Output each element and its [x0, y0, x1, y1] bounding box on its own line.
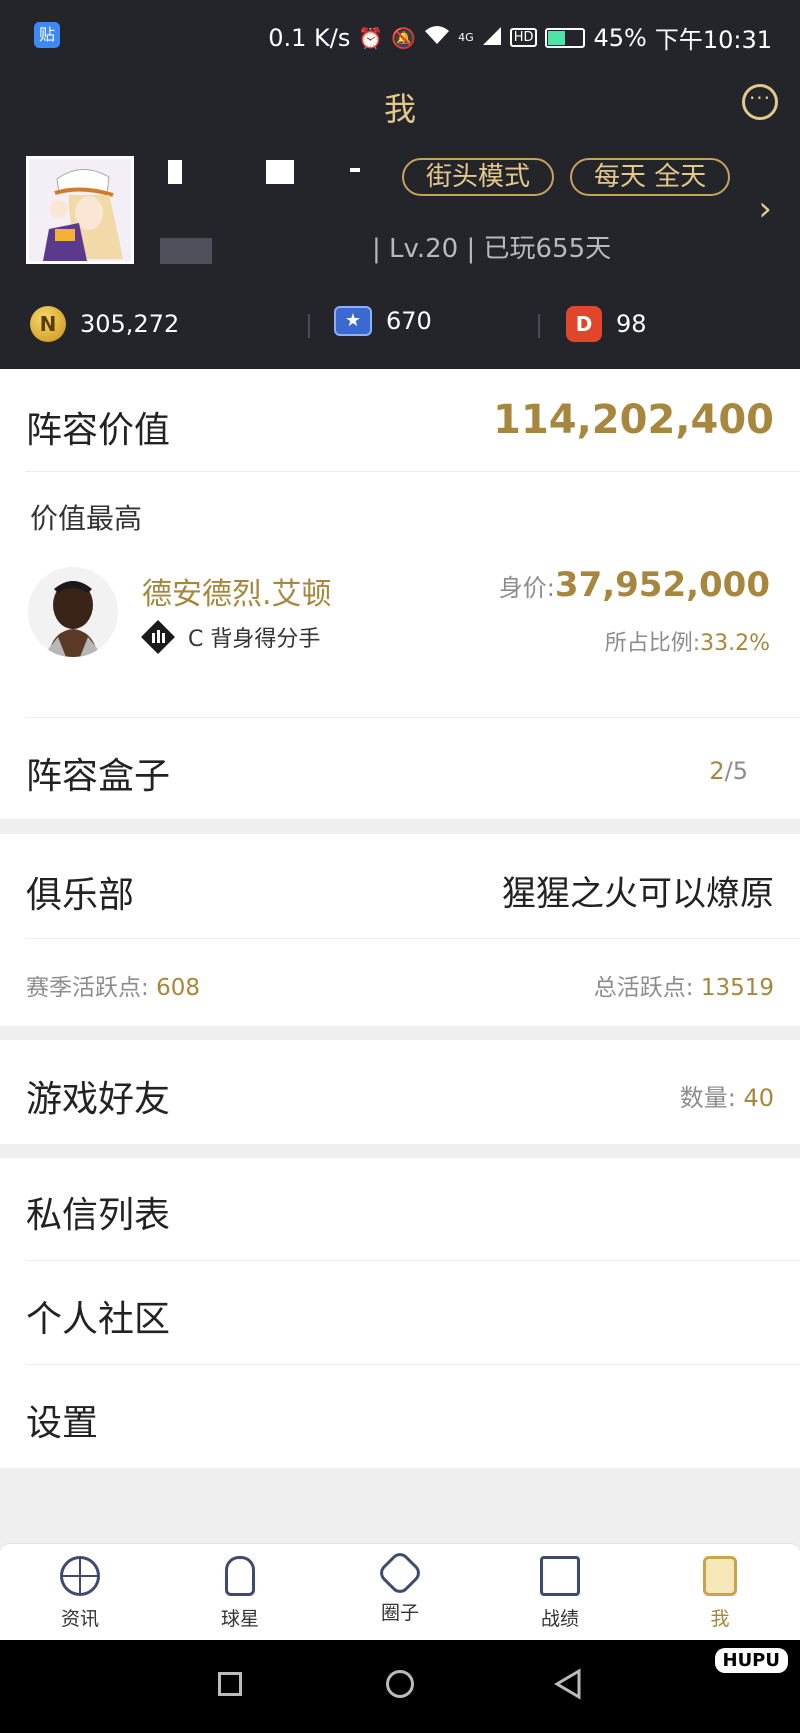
back-icon[interactable]: [554, 1668, 582, 1704]
club-name[interactable]: 猩猩之火可以燎原: [502, 866, 774, 915]
divider: [26, 1364, 800, 1365]
bottom-nav: 资讯 球星 圈子 战绩 我: [0, 1543, 800, 1640]
recent-apps-icon[interactable]: [218, 1672, 242, 1696]
redacted-name: [350, 168, 360, 172]
coin-amount: 305,272: [80, 310, 180, 338]
currency-stars[interactable]: ★ 670: [334, 306, 432, 336]
network-type: 4G: [458, 31, 474, 44]
hupu-watermark: HUPU: [714, 1648, 788, 1673]
home-icon[interactable]: [386, 1670, 414, 1698]
divider: [308, 314, 310, 338]
battery-icon: [545, 27, 586, 48]
divider: [26, 717, 800, 718]
price-label: 身价:: [498, 574, 555, 602]
player-price: 37,952,000: [554, 565, 770, 605]
lineup-value: 114,202,400: [493, 397, 774, 443]
hd-badge: HD: [509, 28, 538, 47]
basketball-icon: [60, 1556, 100, 1596]
player-avatar[interactable]: [28, 567, 118, 657]
nav-stats[interactable]: 战绩: [510, 1556, 610, 1631]
circle-icon: [375, 1548, 425, 1598]
ratio-value: 33.2%: [700, 631, 770, 656]
mute-icon: 🔕: [391, 25, 417, 50]
menu-card: 私信列表 个人社区 设置: [0, 1158, 800, 1468]
lineup-card: 阵容价值 114,202,400 价值最高 德安德烈.艾顿 C 背身得分手 身价…: [0, 369, 800, 819]
community-item[interactable]: 个人社区: [26, 1290, 170, 1342]
currency-coins[interactable]: N 305,272: [30, 306, 179, 342]
street-mode-tag[interactable]: 街头模式: [402, 158, 555, 196]
friends-count: 数量: 40: [679, 1084, 774, 1112]
top-value-label: 价值最高: [30, 502, 143, 535]
alarm-icon: ⏰: [358, 25, 384, 50]
chevron-right-icon[interactable]: ›: [758, 192, 772, 226]
nav-circle[interactable]: 圈子: [350, 1548, 450, 1625]
player-name[interactable]: 德安德烈.艾顿: [142, 569, 332, 613]
ratio-label: 所占比例:: [604, 631, 701, 656]
redacted-id: [160, 238, 212, 264]
hoop-icon: [540, 1556, 580, 1596]
nav-label: 圈子: [380, 1602, 419, 1624]
me-icon: [703, 1556, 737, 1596]
clock: 下午10:31: [654, 26, 772, 54]
nav-label: 战绩: [540, 1608, 579, 1630]
friends-label[interactable]: 游戏好友: [26, 1070, 170, 1122]
page-title: 我: [383, 90, 416, 128]
profile-header: 贴 0.1 K/s ⏰ 🔕 4G HD 45% 下午10:31 我 ··· 街头…: [0, 0, 800, 369]
player-position: C 背身得分手: [188, 627, 321, 652]
player-icon: [225, 1556, 255, 1596]
message-bubble-icon[interactable]: ···: [742, 84, 778, 120]
redacted-name: [168, 160, 182, 184]
divider: [26, 938, 800, 939]
nav-news[interactable]: 资讯: [30, 1556, 130, 1631]
schedule-tag[interactable]: 每天 全天: [570, 158, 731, 196]
redacted-name: [266, 160, 294, 184]
net-speed: 0.1 K/s: [268, 23, 351, 52]
star-badge-icon: ★: [334, 306, 372, 336]
lineup-box-count[interactable]: 2/5: [709, 757, 748, 785]
divider: [26, 471, 800, 472]
season-active: 赛季活跃点: 608: [26, 975, 200, 1001]
star-amount: 670: [386, 307, 432, 335]
club-card: 俱乐部 猩猩之火可以燎原 赛季活跃点: 608 总活跃点: 13519: [0, 834, 800, 1026]
signal-icon: [482, 24, 502, 52]
d-amount: 98: [616, 310, 647, 338]
nav-me[interactable]: 我: [670, 1556, 770, 1631]
tieba-app-badge: 贴: [34, 22, 60, 48]
lineup-value-label: 阵容价值: [26, 410, 171, 451]
divider: [538, 314, 540, 338]
nav-label: 我: [710, 1608, 730, 1630]
messages-item[interactable]: 私信列表: [26, 1186, 170, 1238]
settings-item[interactable]: 设置: [26, 1394, 98, 1446]
total-active: 总活跃点: 13519: [593, 975, 774, 1001]
nav-players[interactable]: 球星: [190, 1556, 290, 1631]
club-label[interactable]: 俱乐部: [26, 866, 134, 918]
position-badge-icon: [141, 620, 175, 654]
nav-label: 球星: [220, 1608, 259, 1630]
nav-label: 资讯: [60, 1608, 99, 1630]
friends-card[interactable]: 游戏好友 数量: 40: [0, 1040, 800, 1144]
d-badge-icon: D: [566, 306, 602, 342]
level-info: | Lv.20 | 已玩655天: [372, 234, 612, 264]
currency-d[interactable]: D 98: [566, 306, 647, 342]
wifi-icon: [424, 25, 450, 50]
battery-percent: 45%: [593, 23, 647, 52]
system-nav-bar: HUPU: [0, 1640, 800, 1733]
lineup-box-label[interactable]: 阵容盒子: [26, 747, 170, 799]
status-bar: 贴 0.1 K/s ⏰ 🔕 4G HD 45% 下午10:31: [0, 0, 800, 72]
coin-icon: N: [30, 306, 66, 342]
avatar[interactable]: [26, 156, 134, 264]
divider: [26, 1260, 800, 1261]
